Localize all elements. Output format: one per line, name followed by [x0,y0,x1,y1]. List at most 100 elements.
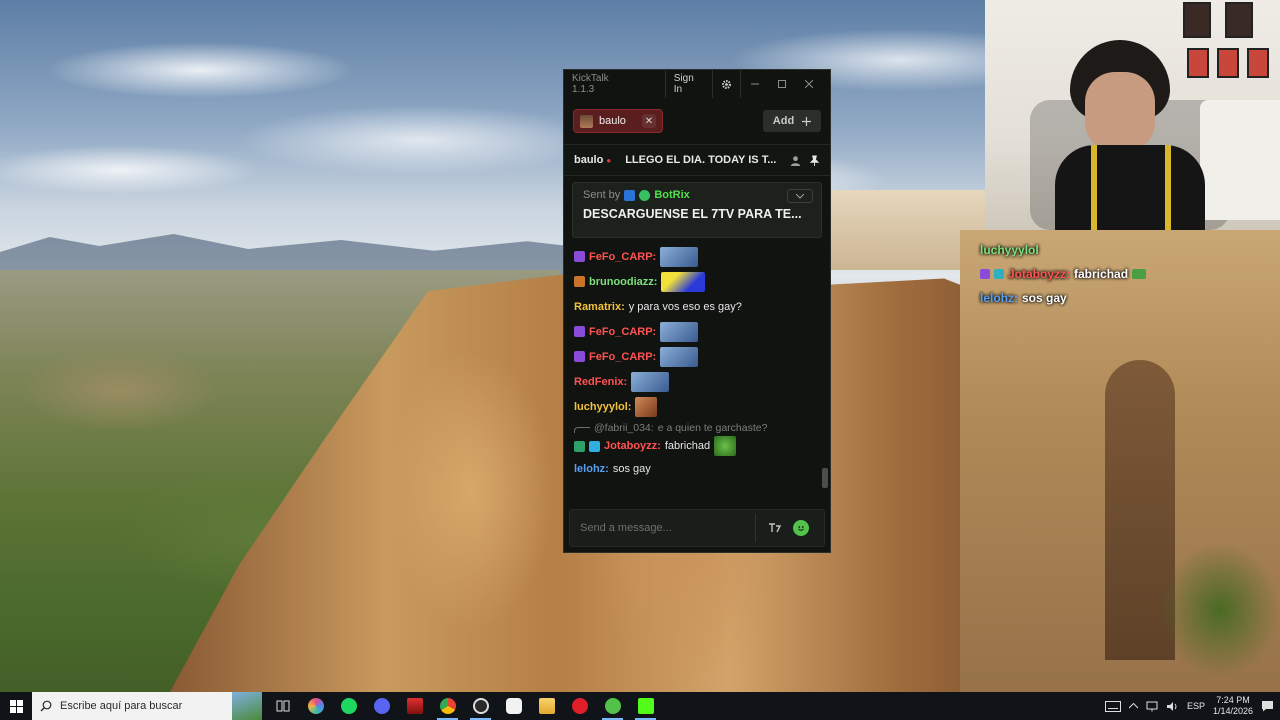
chat-messages: FeFo_CARP: brunoodiazz: Ramatrix: y para… [564,244,830,488]
pin-icon[interactable] [809,154,820,166]
collapse-pinned-button[interactable] [787,189,813,203]
taskbar-file-explorer[interactable] [530,692,563,720]
search-highlight-image [232,692,262,720]
emote-icon [635,396,658,417]
live-indicator-icon: ● [606,155,612,165]
obs-icon [472,698,489,714]
notification-icon[interactable] [1261,700,1274,712]
overlay-chat-row: lelohz: sos gay [980,286,1146,310]
tab-baulo[interactable]: baulo ✕ [573,109,663,133]
network-icon[interactable] [1146,701,1158,712]
app-title: KickTalk 1.1.3 [572,73,609,95]
maximize-button[interactable] [768,70,795,98]
taskbar-video-editor[interactable] [398,692,431,720]
system-tray: ESP 7:24 PM 1/14/2026 [1104,695,1280,717]
chat-username[interactable]: Ramatrix: [574,301,625,313]
kick-icon [637,698,654,714]
subscriber-badge-icon [574,440,585,452]
webcam-feed [985,0,1280,230]
reply-line-icon [574,426,590,433]
emote-icon [1132,269,1147,279]
input-language[interactable]: ESP [1187,701,1205,711]
search-placeholder: Escribe aquí para buscar [60,700,183,712]
stream-title: LLEGO EL DIA. TODAY IS T... [625,154,777,166]
verified-badge-icon [639,189,651,201]
keyboard-icon[interactable] [1104,700,1121,712]
chat-scrollbar[interactable] [822,468,828,488]
chat-username[interactable]: brunoodiazz: [589,276,657,288]
emote-icon [660,346,699,367]
chat-username[interactable]: Jotaboyzz: [604,440,661,452]
streamer-name[interactable]: baulo [574,154,603,166]
overlay-username: luchyyylol [980,243,1039,257]
subscriber-badge-icon [574,276,585,287]
chat-text: y para vos eso es gay? [628,300,742,313]
user-icon[interactable] [790,155,801,166]
streamer-face [1085,72,1155,152]
wall-poster [1247,48,1269,78]
pinned-text: DESCARGUENSE EL 7TV PARA TE... [583,207,802,221]
reply-context[interactable]: @fabrii_034: e a quien te garchaste? [574,419,820,436]
chat-username[interactable]: FeFo_CARP: [589,251,656,263]
taskbar-copilot[interactable] [299,692,332,720]
message-input-bar: Send a message... [569,509,825,547]
video-editor-icon [406,698,423,714]
volume-icon[interactable] [1166,701,1179,712]
overlay-username: Jotaboyzz: [1008,267,1071,281]
stream-overlay-chat: luchyyylol Jotaboyzz: fabrichad lelohz: … [980,238,1147,310]
overlay-chat-row: Jotaboyzz: fabrichad [980,262,1147,286]
chevron-down-icon [796,193,804,199]
taskbar: Escribe aquí para buscar ESP 7:24 PM 1/1… [0,692,1280,720]
spotify-icon [340,698,357,714]
taskbar-spotify[interactable] [332,692,365,720]
close-icon [804,80,813,88]
wall-poster [1183,2,1211,38]
close-tab-button[interactable]: ✕ [642,114,656,128]
pinned-author: BotRix [654,189,690,201]
search-icon [40,700,52,712]
taskbar-opera[interactable] [563,692,596,720]
chat-username[interactable]: RedFenix: [574,376,627,388]
start-button[interactable] [0,692,32,720]
taskbar-search[interactable]: Escribe aquí para buscar [32,692,262,720]
wall-poster [1225,2,1253,38]
chat-message: FeFo_CARP: [574,319,820,344]
emote-picker-button[interactable] [788,515,814,541]
message-input[interactable]: Send a message... [580,522,749,534]
chevron-up-icon[interactable] [1128,703,1138,709]
title-bar[interactable]: KickTalk 1.1.3 Sign In [564,70,830,98]
task-view-button[interactable] [266,692,299,720]
folder-icon [538,698,555,714]
taskbar-kick[interactable] [629,692,662,720]
bed [1200,100,1280,220]
kicktalk-window: KickTalk 1.1.3 Sign In baulo ✕ Add baulo… [563,69,831,553]
wall-poster [1217,48,1239,78]
emote-icon [714,436,737,456]
chat-message: RedFenix: [574,369,820,394]
taskbar-app[interactable] [497,692,530,720]
badge-icon [980,269,990,279]
chat-username[interactable]: FeFo_CARP: [589,326,656,338]
divider [755,514,756,542]
app-icon [505,698,522,714]
clock[interactable]: 7:24 PM 1/14/2026 [1213,695,1253,717]
close-window-button[interactable] [795,70,822,98]
taskbar-kicktalk[interactable] [596,692,629,720]
taskbar-chrome[interactable] [431,692,464,720]
taskbar-obs[interactable] [464,692,497,720]
chat-username[interactable]: luchyyylol: [574,401,631,413]
emoji-icon [793,520,809,536]
chat-username[interactable]: FeFo_CARP: [589,351,656,363]
tab-label: baulo [599,115,626,127]
minimize-button[interactable] [741,70,768,98]
windows-icon [9,699,23,713]
emote-icon [631,371,670,392]
chat-message: luchyyylol: [574,394,820,419]
overlay-chat-row: luchyyylol [980,238,1146,262]
sign-in-button[interactable]: Sign In [664,70,714,98]
taskbar-discord[interactable] [365,692,398,720]
translate-button[interactable] [762,515,788,541]
chat-username[interactable]: lelohz: [574,463,609,475]
add-chatroom-button[interactable]: Add [763,110,821,132]
settings-button[interactable] [713,70,741,98]
